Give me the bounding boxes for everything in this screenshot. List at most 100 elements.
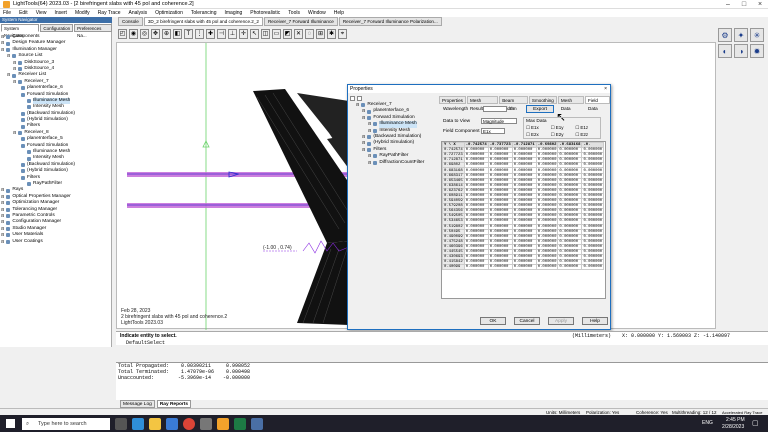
lens-tool-icon[interactable]: ◐ xyxy=(718,44,732,58)
command-input[interactable]: DefaultSelect xyxy=(126,340,246,346)
grid-cell[interactable]: 0.000000 xyxy=(581,208,605,215)
grid-cell[interactable]: 0.000000 xyxy=(581,177,605,184)
menu-item[interactable]: View xyxy=(36,10,47,16)
grid-cell[interactable]: 0.000000 xyxy=(581,172,605,179)
grid-cell[interactable]: 0.000000 xyxy=(535,243,559,250)
expand-icon[interactable]: ⊟ xyxy=(356,102,359,108)
tree-item[interactable]: ⊟ DiffractionCountFilter xyxy=(356,160,436,166)
grid-icon[interactable]: ⊞ xyxy=(316,29,325,39)
grid-cell[interactable]: 0.000000 xyxy=(535,162,559,169)
properties-tab[interactable]: Mesh Data xyxy=(557,96,585,111)
max-data-checkbox[interactable]: ☐E2x xyxy=(526,132,551,138)
grid-cell[interactable]: 0.000000 xyxy=(535,259,559,266)
navigator-tab[interactable]: Configuration xyxy=(40,24,74,32)
dialog-close-icon[interactable]: × xyxy=(604,85,607,93)
explorer-icon[interactable] xyxy=(149,417,161,430)
pan-icon[interactable]: ✥ xyxy=(151,29,160,39)
grid-cell[interactable]: 0.000000 xyxy=(535,172,559,179)
checkbox-icon[interactable]: ☐ xyxy=(575,132,579,137)
move-icon[interactable]: ✛ xyxy=(239,29,248,39)
grid-cell[interactable]: 0.000000 xyxy=(535,152,559,159)
checkbox-icon[interactable]: ☐ xyxy=(526,125,530,130)
collapse-all-icon[interactable] xyxy=(357,96,362,101)
grid-cell[interactable]: 0.000000 xyxy=(535,192,559,200)
expand-icon[interactable]: ⊟ xyxy=(13,130,16,136)
ok-button[interactable]: OK xyxy=(480,317,506,325)
wavelength-select[interactable] xyxy=(483,106,507,112)
grid-cell[interactable]: 0.000000 xyxy=(535,254,559,261)
grid-cell[interactable]: 0.000000 xyxy=(535,218,559,225)
expand-icon[interactable]: ⊟ xyxy=(13,79,16,85)
grid-cell[interactable]: 0.000000 xyxy=(581,243,605,250)
close-icon[interactable]: × xyxy=(752,0,768,9)
checkbox-icon[interactable]: ☐ xyxy=(575,125,579,130)
max-data-checkbox[interactable]: ☐E1z xyxy=(575,125,600,131)
checkbox-icon[interactable]: ☐ xyxy=(526,132,530,137)
document-tab[interactable]: Console xyxy=(118,17,143,26)
text-icon[interactable]: T xyxy=(184,29,193,39)
grid-cell[interactable]: 0.000000 xyxy=(581,218,605,225)
mail-icon[interactable] xyxy=(166,417,178,430)
menu-item[interactable]: File xyxy=(3,10,11,16)
grid-cell[interactable]: 0.000000 xyxy=(535,177,559,184)
expand-icon[interactable]: ⊟ xyxy=(1,239,4,245)
orbit-icon[interactable]: ◉ xyxy=(129,29,138,39)
grid-cell[interactable]: 0.000000 xyxy=(581,192,605,200)
grid-cell[interactable]: 0.000000 xyxy=(581,259,605,266)
expand-icon[interactable]: ⊟ xyxy=(7,53,10,59)
max-data-checkbox[interactable]: ☐E1x xyxy=(526,125,551,131)
checkbox-icon[interactable]: ☐ xyxy=(551,125,555,130)
grid-cell[interactable]: 0.000000 xyxy=(581,213,605,220)
ray-tool-icon[interactable]: ⚙ xyxy=(718,28,732,42)
max-data-checkbox[interactable]: ☐E2z xyxy=(575,132,600,138)
grid-cell[interactable]: 0.000000 xyxy=(535,208,559,215)
view-icon[interactable]: ◰ xyxy=(118,29,127,39)
taskbar-search[interactable]: ⌕ Type here to search xyxy=(22,417,110,430)
dim-icon[interactable]: ⋮ xyxy=(195,29,204,39)
expand-icon[interactable]: ⊟ xyxy=(362,115,365,121)
menu-item[interactable]: Tolerancing xyxy=(191,10,217,16)
grid-cell[interactable]: 0.000000 xyxy=(535,213,559,220)
grid-cell[interactable]: 0.000000 xyxy=(581,264,605,271)
field-data-grid[interactable]: Y \ X -0.742574 -0.737723 -0.712871 -0.69802… xyxy=(441,141,606,299)
grid-cell[interactable]: 0.000000 xyxy=(581,167,605,174)
lighttools-icon[interactable] xyxy=(217,417,229,430)
grid-cell[interactable]: 0.000000 xyxy=(535,248,559,256)
properties-tab[interactable]: Beam Width xyxy=(499,96,528,111)
apply-button[interactable]: Apply xyxy=(548,317,574,325)
grid-cell[interactable]: 0.000000 xyxy=(581,162,605,169)
grid-cell[interactable]: 0.000000 xyxy=(535,187,559,194)
max-data-checkbox[interactable]: ☐E2y xyxy=(551,132,576,138)
grid-cell[interactable]: 0.000000 xyxy=(535,147,559,154)
expand-icon[interactable]: ⊟ xyxy=(362,147,365,153)
grid-cell[interactable]: 0.000000 xyxy=(581,187,605,194)
expand-icon[interactable]: ⊟ xyxy=(13,66,16,72)
output-tab[interactable]: Message Log xyxy=(120,400,155,408)
settings-icon[interactable] xyxy=(200,417,212,430)
grid-cell[interactable]: 0.000000 xyxy=(535,228,559,235)
menu-item[interactable]: Insert xyxy=(54,10,67,16)
source-tool-icon[interactable]: ✳ xyxy=(750,28,764,42)
expand-all-icon[interactable] xyxy=(350,96,355,101)
document-tab[interactable]: Receiver_7 Forward Illuminance Polarizat… xyxy=(338,17,442,26)
expand-icon[interactable]: ⊟ xyxy=(7,72,10,78)
navigator-tab[interactable]: System Navigator xyxy=(1,24,40,38)
field-component-select[interactable]: E1x xyxy=(481,128,505,134)
chrome-icon[interactable] xyxy=(183,417,195,430)
grid-cell[interactable]: 0.000000 xyxy=(581,238,605,245)
receiver-tool-icon[interactable]: ✦ xyxy=(734,28,748,42)
grid-cell[interactable]: 0.000000 xyxy=(487,264,513,271)
properties-tab[interactable]: Smoothing xyxy=(528,96,557,104)
menu-item[interactable]: Analysis xyxy=(128,10,147,16)
grid-cell[interactable]: 0.000000 xyxy=(581,157,605,164)
window-icon[interactable]: ◫ xyxy=(261,29,270,39)
mirror-tool-icon[interactable]: ◑ xyxy=(734,44,748,58)
grid-cell[interactable]: 0.000000 xyxy=(581,182,605,189)
grid-cell[interactable]: 0.000000 xyxy=(535,223,559,230)
menu-item[interactable]: Tools xyxy=(288,10,300,16)
menu-item[interactable]: Imaging xyxy=(224,10,242,16)
grid-cell[interactable]: 0.000000 xyxy=(535,238,559,245)
fit-icon[interactable]: ⊕ xyxy=(162,29,171,39)
grid-cell[interactable]: 0.000000 xyxy=(581,203,605,210)
grid-cell[interactable]: 0.000000 xyxy=(535,264,559,271)
